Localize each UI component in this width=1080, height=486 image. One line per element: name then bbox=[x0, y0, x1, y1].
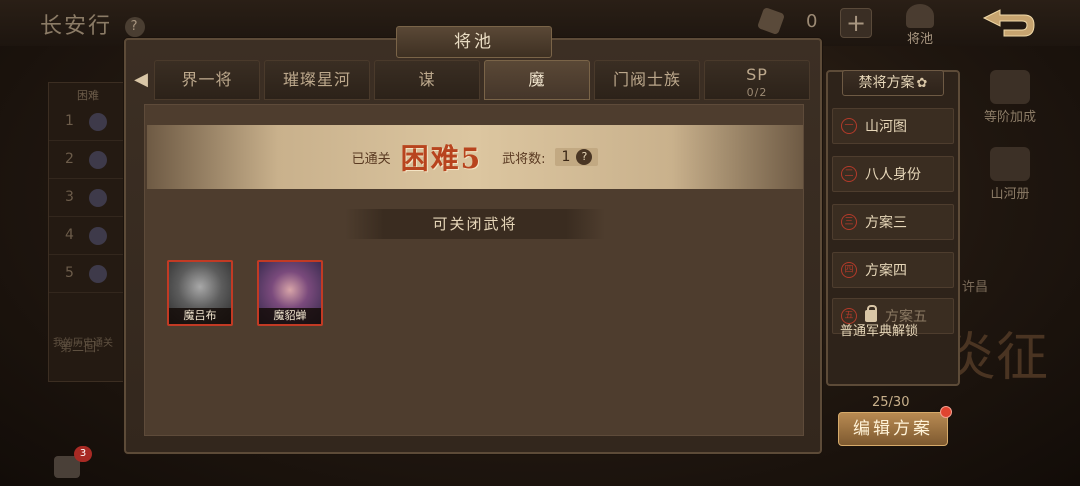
scheme-item-4[interactable]: 四 方案四 bbox=[832, 252, 954, 288]
scheme-label: 山河图 bbox=[865, 119, 907, 135]
edit-scheme-button[interactable]: 编辑方案 bbox=[838, 412, 948, 446]
ban-scheme-title: 禁将方案 ✿ bbox=[842, 70, 944, 96]
tab-cuican-xinghe[interactable]: 璀璨星河 bbox=[264, 60, 370, 100]
pool-content: 已通关 困难5 武将数: 1 ? 可关闭武将 魔吕布 魔貂蝉 bbox=[144, 104, 804, 436]
general-count-box: 1 ? bbox=[555, 148, 599, 166]
scheme-number-badge: 二 bbox=[841, 166, 857, 182]
board-row-number: 3 bbox=[65, 189, 74, 205]
map-city-label: 许昌 bbox=[962, 280, 989, 295]
rank-bonus-icon bbox=[990, 70, 1030, 104]
board-row-number: 4 bbox=[65, 227, 74, 243]
game-title-text: 长安行 bbox=[40, 14, 113, 39]
side-item-rank-bonus[interactable]: 等阶加成 bbox=[960, 70, 1060, 125]
tab-sp[interactable]: SP 0/2 bbox=[704, 60, 810, 100]
board-row-number: 2 bbox=[65, 151, 74, 167]
ban-progress: 25/30 bbox=[872, 395, 910, 410]
currency-icon bbox=[756, 6, 786, 36]
tabs-left-arrow-icon[interactable]: ◀ bbox=[132, 60, 150, 100]
board-row-icon bbox=[89, 265, 107, 283]
add-currency-button[interactable]: + bbox=[840, 8, 872, 38]
game-title: 长安行 ? bbox=[40, 8, 146, 40]
scheme-item-1[interactable]: 一 山河图 bbox=[832, 108, 954, 144]
gear-icon[interactable]: ✿ bbox=[917, 76, 928, 91]
scheme-item-3[interactable]: 三 方案三 bbox=[832, 204, 954, 240]
board-header: 困难 bbox=[77, 89, 99, 102]
currency-count: 0 bbox=[806, 10, 818, 32]
scheme-label: 八人身份 bbox=[865, 167, 921, 183]
side-item-shanhe-book[interactable]: 山河册 bbox=[960, 147, 1060, 202]
scheme-label: 方案三 bbox=[865, 215, 907, 231]
board-row-icon bbox=[89, 189, 107, 207]
chat-badge: 3 bbox=[74, 446, 92, 462]
general-card-mo-diaochan[interactable]: 魔貂蝉 bbox=[257, 260, 323, 326]
scheme-number-badge: 四 bbox=[841, 262, 857, 278]
side-item-label: 等阶加成 bbox=[983, 110, 1036, 125]
board-row-icon bbox=[89, 151, 107, 169]
board-row-icon bbox=[89, 113, 107, 131]
board-row: 1 bbox=[49, 103, 127, 141]
board-row: 2 bbox=[49, 141, 127, 179]
general-pool-modal: 将池 ◀ 界一将 璀璨星河 谋 魔 门阀士族 SP 0/2 已通关 困难5 武将… bbox=[124, 26, 822, 454]
side-menu: 等阶加成 山河册 bbox=[960, 70, 1060, 224]
board-row: 5 bbox=[49, 255, 127, 293]
book-icon bbox=[990, 147, 1030, 181]
notification-dot bbox=[940, 406, 952, 418]
board-row: 4 bbox=[49, 217, 127, 255]
side-item-label: 山河册 bbox=[990, 187, 1030, 202]
help-icon[interactable]: ? bbox=[125, 17, 146, 37]
difficulty-banner: 已通关 困难5 武将数: 1 ? bbox=[147, 125, 803, 189]
general-pool-nav-button[interactable]: 将池 bbox=[898, 4, 942, 47]
scheme-number-badge: 一 bbox=[841, 118, 857, 134]
general-pool-icon bbox=[906, 4, 934, 28]
stage-board: 困难 1 2 3 4 5 我的历史通关 bbox=[48, 82, 128, 382]
scheme-label: 方案四 bbox=[865, 263, 907, 279]
tab-mo[interactable]: 魔 bbox=[484, 60, 590, 100]
general-card-mo-lvbu[interactable]: 魔吕布 bbox=[167, 260, 233, 326]
cleared-label: 已通关 bbox=[351, 151, 391, 167]
tab-menfa-shizu[interactable]: 门阀士族 bbox=[594, 60, 700, 100]
board-row-icon bbox=[89, 227, 107, 245]
currency-display: 0 bbox=[756, 6, 818, 36]
ban-scheme-title-text: 禁将方案 bbox=[858, 75, 915, 91]
faction-tabs: ◀ 界一将 璀璨星河 谋 魔 门阀士族 SP 0/2 bbox=[132, 60, 816, 104]
general-count-label: 武将数: bbox=[502, 151, 546, 167]
general-name: 魔貂蝉 bbox=[259, 308, 321, 324]
tab-sp-count: 0/2 bbox=[746, 86, 768, 99]
tab-sp-label: SP bbox=[746, 65, 768, 84]
difficulty-value: 困难5 bbox=[400, 142, 483, 175]
closable-generals-header: 可关闭武将 bbox=[345, 209, 605, 239]
board-row: 3 bbox=[49, 179, 127, 217]
tab-jie-yi-jiang[interactable]: 界一将 bbox=[154, 60, 260, 100]
unlock-hint: 普通军典解锁 bbox=[840, 324, 919, 339]
general-pool-nav-label: 将池 bbox=[906, 32, 933, 47]
board-row-number: 5 bbox=[65, 265, 74, 281]
ban-scheme-panel: 禁将方案 ✿ 一 山河图 二 八人身份 三 方案三 四 方案四 五 方案五 普通军… bbox=[826, 70, 960, 386]
modal-title: 将池 bbox=[396, 26, 552, 58]
back-icon[interactable] bbox=[980, 8, 1036, 38]
scheme-item-2[interactable]: 二 八人身份 bbox=[832, 156, 954, 192]
round-text: 第二回: bbox=[60, 340, 101, 354]
general-count-value: 1 bbox=[561, 149, 571, 165]
general-name: 魔吕布 bbox=[169, 308, 231, 324]
scheme-number-badge: 三 bbox=[841, 214, 857, 230]
general-card-list: 魔吕布 魔貂蝉 bbox=[167, 260, 323, 326]
count-help-icon[interactable]: ? bbox=[576, 149, 593, 165]
tab-mou[interactable]: 谋 bbox=[374, 60, 480, 100]
board-row-number: 1 bbox=[65, 113, 74, 129]
